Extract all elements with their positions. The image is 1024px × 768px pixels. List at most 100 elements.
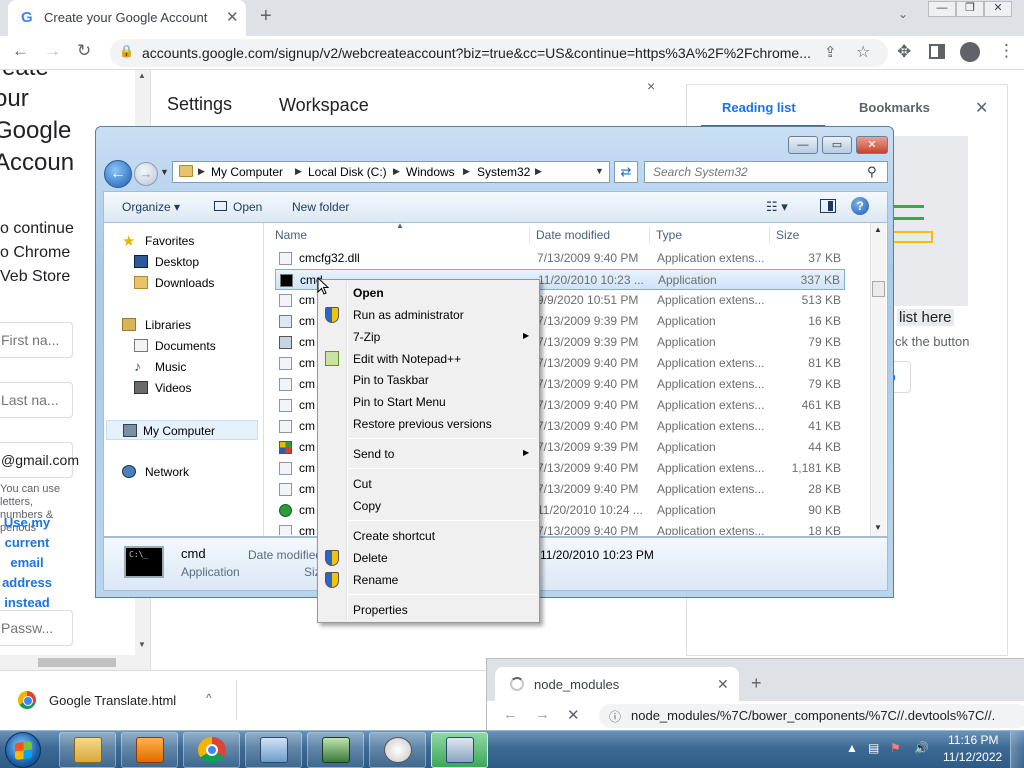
reload-icon[interactable]: ↻ xyxy=(77,41,91,61)
settings-title[interactable]: Settings xyxy=(167,94,232,115)
omnibox-url[interactable]: node_modules/%7C/bower_components/%7C//.… xyxy=(631,708,1021,723)
breadcrumb-arrow-icon[interactable]: ▶ xyxy=(393,166,400,177)
nav-music[interactable]: ♪ Music xyxy=(104,357,263,377)
settings-close-icon[interactable]: × xyxy=(647,78,655,94)
nav-favorites[interactable]: ★ Favorites xyxy=(104,231,263,251)
clock-date[interactable]: 11/12/2022 xyxy=(943,750,1002,764)
extensions-puzzle-icon[interactable]: ✥ xyxy=(897,42,911,62)
tab-reading-list[interactable]: Reading list xyxy=(722,100,796,115)
tab-create-google-account[interactable]: G Create your Google Account ✕ xyxy=(8,0,246,36)
nav-downloads[interactable]: Downloads xyxy=(104,273,263,293)
link-line[interactable]: current xyxy=(0,533,54,553)
profile-avatar-icon[interactable] xyxy=(960,42,980,62)
window-minimize-button[interactable]: — xyxy=(928,1,956,17)
breadcrumb-system32[interactable]: System32 xyxy=(477,165,530,179)
tab-close-icon[interactable]: ✕ xyxy=(226,8,239,26)
explorer-forward-button[interactable]: → xyxy=(134,162,158,186)
forward-arrow-icon[interactable]: → xyxy=(535,706,550,723)
lock-icon[interactable]: 🔒 xyxy=(119,44,134,58)
menu-item-pin-to-taskbar[interactable]: Pin to Taskbar xyxy=(320,369,537,391)
menu-item-cut[interactable]: Cut xyxy=(320,473,537,495)
download-file-name[interactable]: Google Translate.html xyxy=(49,693,176,708)
start-button[interactable] xyxy=(5,732,41,768)
open-button[interactable]: Open xyxy=(233,200,262,214)
column-header-type[interactable]: Type xyxy=(656,228,682,242)
info-icon[interactable]: ⓘ xyxy=(609,708,621,725)
search-box[interactable]: ⚲ xyxy=(644,161,888,183)
menu-item-open[interactable]: Open xyxy=(320,282,537,304)
taskbar-task-manager-button[interactable] xyxy=(307,732,364,768)
omnibox[interactable]: 🔒 accounts.google.com/signup/v2/webcreat… xyxy=(110,39,888,67)
organize-button[interactable]: Organize ▾ xyxy=(122,200,180,214)
column-header-name[interactable]: Name xyxy=(275,228,307,242)
password-field[interactable]: Passw... xyxy=(0,610,73,646)
menu-item-run-as-administrator[interactable]: Run as administrator xyxy=(320,304,537,326)
volume-icon[interactable]: 🔊 xyxy=(914,741,929,755)
taskbar-control-panel-button[interactable] xyxy=(245,732,302,768)
scroll-down-arrow-icon[interactable]: ▼ xyxy=(138,640,146,649)
menu-item-pin-to-start-menu[interactable]: Pin to Start Menu xyxy=(320,391,537,413)
side-panel-icon[interactable] xyxy=(929,44,945,59)
omnibox[interactable]: ⓘ node_modules/%7C/bower_components/%7C/… xyxy=(599,704,1024,728)
link-line[interactable]: address xyxy=(0,573,54,593)
new-tab-button[interactable]: + xyxy=(751,673,762,694)
share-icon[interactable]: ⇪ xyxy=(824,43,837,61)
omnibox-url[interactable]: accounts.google.com/signup/v2/webcreatea… xyxy=(142,45,814,61)
nav-videos[interactable]: Videos xyxy=(104,378,263,398)
menu-item-delete[interactable]: Delete xyxy=(320,547,537,569)
menu-item-7zip[interactable]: 7-Zip ▶ xyxy=(320,326,537,348)
explorer-minimize-button[interactable]: — xyxy=(788,136,818,154)
tab-search-chevron-icon[interactable]: ⌄ xyxy=(898,7,908,21)
workspace-title[interactable]: Workspace xyxy=(279,95,369,116)
file-row[interactable]: cmcfg32.dll 7/13/2009 9:40 PM Application … xyxy=(275,248,845,269)
new-folder-button[interactable]: New folder xyxy=(292,200,349,214)
show-desktop-button[interactable] xyxy=(1010,731,1024,768)
menu-item-properties[interactable]: Properties xyxy=(320,599,537,621)
refresh-icon[interactable]: ⇄ xyxy=(614,161,638,183)
column-header-size[interactable]: Size xyxy=(776,228,799,242)
breadcrumb-arrow-icon[interactable]: ▶ xyxy=(535,166,542,177)
page-horizontal-scrollbar[interactable] xyxy=(0,655,150,670)
window-restore-button[interactable]: ❐ xyxy=(956,1,984,17)
address-dropdown-icon[interactable]: ▼ xyxy=(595,166,604,176)
explorer-maximize-button[interactable]: ▭ xyxy=(822,136,852,154)
column-divider[interactable] xyxy=(649,226,650,244)
recent-pages-chevron-icon[interactable]: ▼ xyxy=(160,167,169,177)
column-divider[interactable] xyxy=(529,226,530,244)
change-view-icon[interactable]: ☷ ▾ xyxy=(766,199,788,215)
scroll-thumb[interactable] xyxy=(872,281,885,297)
breadcrumb-arrow-icon[interactable]: ▶ xyxy=(463,166,470,177)
link-line[interactable]: email xyxy=(0,553,54,573)
nav-my-computer[interactable]: My Computer xyxy=(106,420,258,440)
address-bar[interactable]: ▶ My Computer ▶ Local Disk (C:) ▶ Window… xyxy=(172,161,610,183)
breadcrumb-arrow-icon[interactable]: ▶ xyxy=(295,166,302,177)
download-chevron-up-icon[interactable]: ^ xyxy=(206,691,212,705)
scroll-thumb[interactable] xyxy=(38,658,116,667)
menu-item-send-to[interactable]: Send to ▶ xyxy=(320,443,537,465)
use-current-email-link[interactable]: Use my current email address instead xyxy=(0,513,54,613)
taskbar-explorer-button[interactable] xyxy=(59,732,116,768)
menu-item-restore-previous-versions[interactable]: Restore previous versions xyxy=(320,413,537,435)
search-icon[interactable]: ⚲ xyxy=(867,164,877,180)
explorer-close-button[interactable]: ✕ xyxy=(856,136,888,154)
scroll-up-arrow-icon[interactable]: ▲ xyxy=(874,225,882,234)
forward-arrow-icon[interactable]: → xyxy=(44,41,61,61)
new-tab-button[interactable]: + xyxy=(260,5,272,28)
menu-item-edit-with-notepadpp[interactable]: Edit with Notepad++ xyxy=(320,348,537,370)
side-panel-close-icon[interactable]: ✕ xyxy=(975,98,988,118)
menu-item-rename[interactable]: Rename xyxy=(320,569,537,591)
taskbar-performance-button[interactable] xyxy=(369,732,426,768)
stop-loading-icon[interactable]: ✕ xyxy=(567,706,580,724)
column-header-date-modified[interactable]: Date modified xyxy=(536,228,610,242)
file-list-scrollbar[interactable]: ▲ ▼ xyxy=(870,223,886,536)
nav-network[interactable]: Network xyxy=(104,462,263,482)
breadcrumb-arrow-icon[interactable]: ▶ xyxy=(198,166,205,177)
link-line[interactable]: Use my xyxy=(0,513,54,533)
tray-device-icon[interactable]: ▤ xyxy=(868,741,879,755)
menu-item-create-shortcut[interactable]: Create shortcut xyxy=(320,525,537,547)
taskbar-media-player-button[interactable] xyxy=(121,732,178,768)
breadcrumb-windows[interactable]: Windows xyxy=(406,165,455,179)
search-input[interactable] xyxy=(645,162,863,182)
bookmark-star-icon[interactable]: ☆ xyxy=(856,42,870,62)
breadcrumb-local-disk[interactable]: Local Disk (C:) xyxy=(308,165,387,179)
